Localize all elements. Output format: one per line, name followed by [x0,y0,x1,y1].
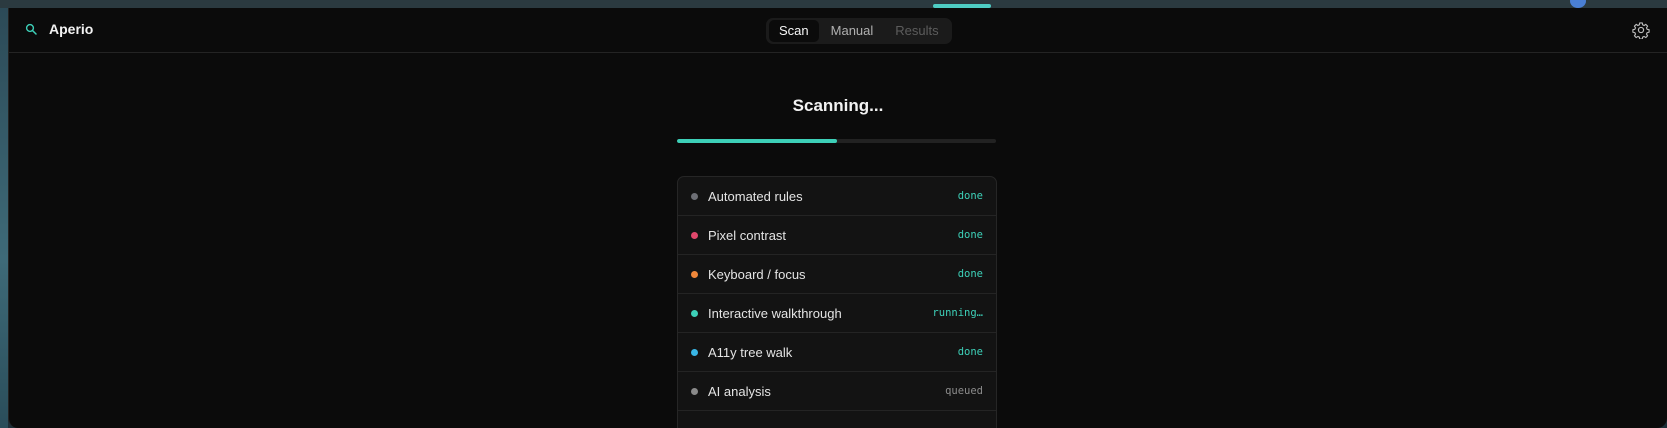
page-title: Scanning... [792,96,884,115]
step-status: done [957,346,983,358]
magnifier-icon [25,23,37,35]
scan-steps-card: Automated rules done Pixel contrast done… [677,176,997,428]
tab-manual[interactable]: Manual [821,20,884,42]
status-dot [691,387,698,395]
step-status: done [957,190,983,202]
status-dot [691,270,698,278]
list-item: Keyboard / focus done [678,255,996,294]
app-name: Aperio [49,21,94,37]
tab-scan[interactable]: Scan [769,20,819,42]
status-dot [691,348,698,356]
step-label: Keyboard / focus [708,266,806,282]
desktop-wallpaper-edge [0,8,8,428]
mode-tabs: Scan Manual Results [766,18,952,44]
step-label: Automated rules [708,188,803,204]
step-status: running… [932,307,983,319]
step-label: Pixel contrast [708,227,787,243]
list-item: Automated rules done [678,177,996,216]
status-dot [691,309,698,317]
step-label: A11y tree walk [708,344,793,360]
step-status: done [957,229,983,241]
list-item: Pixel contrast done [678,216,996,255]
step-label: AI analysis [708,383,771,399]
list-item: A11y tree walk done [678,333,996,372]
scan-progress-bar [677,139,996,143]
list-item: AI analysis queued [678,372,996,411]
top-bar: Aperio Scan Manual Results [9,8,1667,53]
step-label: Interactive walkthrough [708,305,842,321]
app-window: Aperio Scan Manual Results Scanning... A… [8,8,1667,428]
tab-results[interactable]: Results [885,20,948,42]
brand: Aperio [25,21,93,37]
gear-icon[interactable] [1632,21,1650,39]
list-item: Interactive walkthrough running… [678,294,996,333]
step-status: queued [945,385,983,397]
scan-progress-fill [677,139,837,143]
status-dot [691,192,698,200]
step-status: done [957,268,983,280]
avatar[interactable] [1570,0,1586,8]
status-dot [691,231,698,239]
